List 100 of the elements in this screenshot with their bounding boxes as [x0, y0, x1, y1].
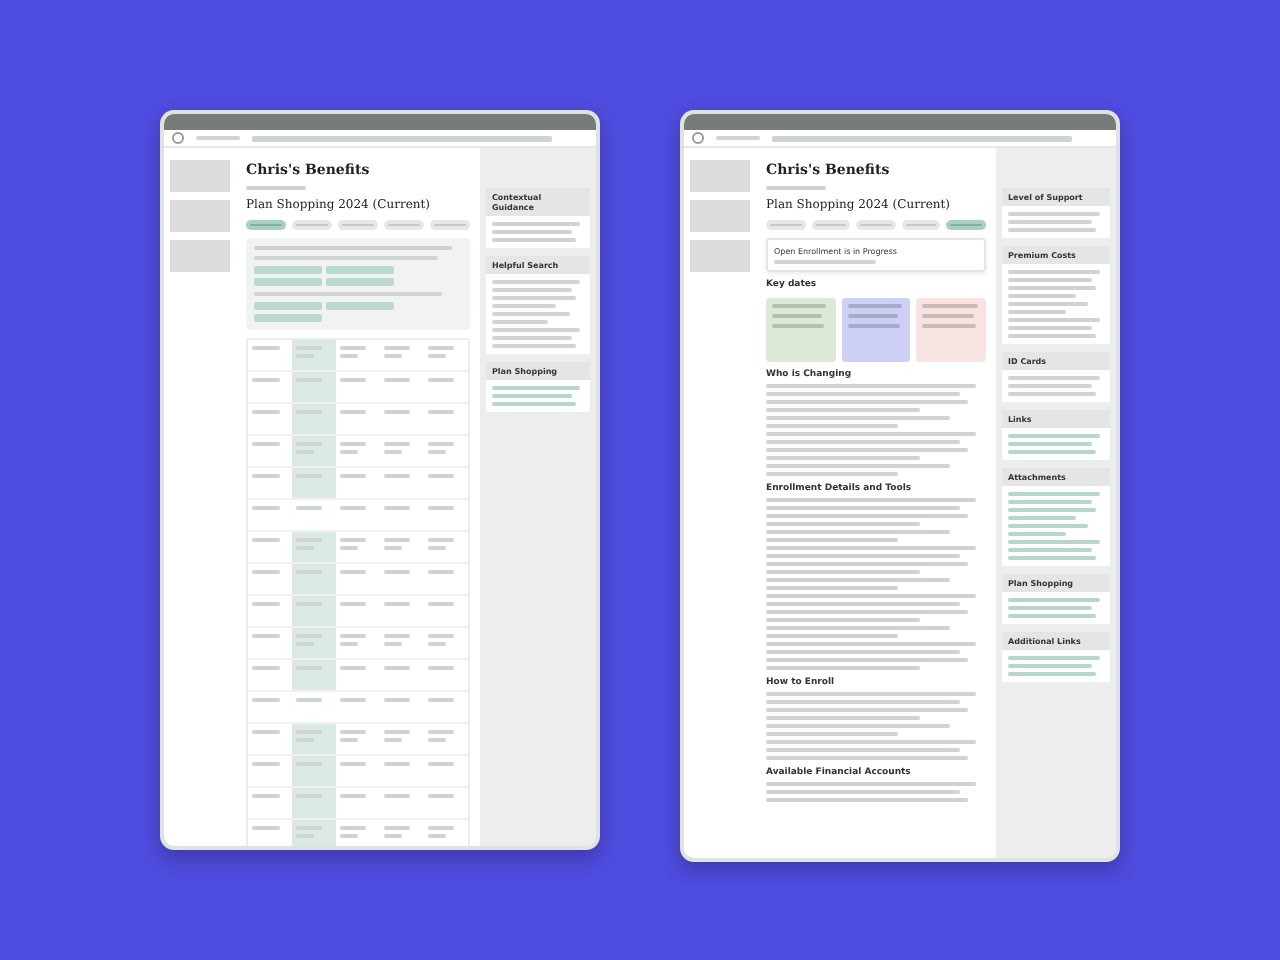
- blurred-text-line: [492, 230, 573, 234]
- filter-tag[interactable]: [254, 302, 322, 310]
- filter-chip[interactable]: [384, 220, 424, 230]
- filter-chip[interactable]: [766, 220, 806, 230]
- blurred-text-line: [384, 826, 410, 830]
- blurred-text-line: [1008, 524, 1089, 528]
- blurred-text-line: [492, 312, 570, 316]
- blurred-text-line: [340, 450, 358, 454]
- blurred-text-line: [252, 538, 281, 542]
- filter-tag[interactable]: [254, 278, 322, 286]
- blurred-text-line: [1008, 532, 1066, 536]
- blurred-text-line: [428, 826, 454, 830]
- blurred-text-line: [1008, 228, 1097, 232]
- nav-thumbnail[interactable]: [690, 160, 750, 192]
- blurred-text-line: [716, 136, 760, 140]
- blurred-text-line: [252, 826, 281, 830]
- blurred-text-line: [492, 402, 577, 406]
- blurred-text-line: [428, 642, 446, 646]
- blurred-text-line: [428, 834, 446, 838]
- blurred-text-line: [1008, 286, 1097, 290]
- blurred-text-line: [340, 634, 366, 638]
- blurred-text-line: [340, 378, 366, 382]
- blurred-text-line: [492, 394, 573, 398]
- filter-tag[interactable]: [326, 302, 394, 310]
- blurred-text-line: [340, 698, 366, 702]
- blurred-text-line: [847, 314, 898, 318]
- blurred-text-line: [340, 762, 366, 766]
- blurred-text-line: [428, 354, 446, 358]
- filter-chip[interactable]: [946, 220, 986, 230]
- filter-tag[interactable]: [326, 266, 394, 274]
- blurred-text-line: [384, 346, 410, 350]
- blurred-text-line: [1008, 212, 1100, 216]
- filter-chip[interactable]: [246, 220, 286, 230]
- blurred-text-line: [1008, 614, 1097, 618]
- filter-tag[interactable]: [254, 266, 322, 274]
- home-icon[interactable]: [692, 132, 704, 144]
- blurred-text-line: [492, 288, 573, 292]
- blurred-text-line: [1008, 334, 1097, 338]
- blurred-text-line: [340, 410, 366, 414]
- nav-thumbnail[interactable]: [170, 200, 230, 232]
- blurred-text-line: [246, 186, 306, 190]
- blurred-text-line: [428, 634, 454, 638]
- blurred-text-line: [428, 738, 446, 742]
- blurred-text-line: [428, 474, 454, 478]
- blurred-text-line: [766, 732, 898, 736]
- blurred-text-line: [428, 410, 454, 414]
- filter-tag[interactable]: [326, 278, 394, 286]
- nav-thumbnail[interactable]: [690, 240, 750, 272]
- filter-chip[interactable]: [292, 220, 332, 230]
- blurred-text-line: [1008, 294, 1076, 298]
- blurred-text-line: [1008, 278, 1093, 282]
- filter-chip[interactable]: [901, 220, 941, 230]
- blurred-text-line: [384, 794, 410, 798]
- blurred-text-line: [492, 344, 577, 348]
- blurred-text-line: [428, 378, 454, 382]
- blurred-text-line: [1008, 492, 1100, 496]
- blurred-text-line: [428, 698, 454, 702]
- blurred-text-line: [1008, 434, 1100, 438]
- address-bar[interactable]: [772, 135, 1072, 141]
- blurred-text-line: [384, 738, 402, 742]
- filter-chip[interactable]: [811, 220, 851, 230]
- blurred-text-line: [492, 296, 577, 300]
- blurred-text-line: [772, 324, 825, 328]
- blurred-text-line: [847, 304, 902, 308]
- blurred-text-line: [766, 472, 898, 476]
- address-bar[interactable]: [252, 135, 552, 141]
- blurred-text-line: [772, 314, 823, 318]
- nav-thumbnail[interactable]: [170, 160, 230, 192]
- blurred-text-line: [428, 762, 454, 766]
- filter-chip[interactable]: [430, 220, 470, 230]
- blurred-text-line: [384, 410, 410, 414]
- filter-chip[interactable]: [856, 220, 896, 230]
- blurred-text-line: [428, 538, 454, 542]
- blurred-text-line: [296, 698, 322, 702]
- blurred-text-line: [922, 314, 974, 318]
- blurred-text-line: [1008, 442, 1093, 446]
- blurred-text-line: [340, 538, 366, 542]
- blurred-text-line: [1008, 500, 1093, 504]
- blurred-text-line: [766, 186, 826, 190]
- nav-thumbnail[interactable]: [170, 240, 230, 272]
- blurred-text-line: [766, 538, 898, 542]
- blurred-text-line: [428, 346, 454, 350]
- blurred-text-line: [1008, 516, 1076, 520]
- blurred-text-line: [384, 762, 410, 766]
- blurred-text-line: [340, 474, 366, 478]
- filter-tag[interactable]: [254, 314, 322, 322]
- blurred-text-line: [252, 442, 281, 446]
- blurred-text-line: [766, 424, 898, 428]
- filter-chip[interactable]: [338, 220, 378, 230]
- blurred-text-line: [1008, 302, 1089, 306]
- nav-thumbnail[interactable]: [690, 200, 750, 232]
- blurred-text-line: [384, 474, 410, 478]
- blurred-text-line: [1008, 548, 1093, 552]
- blurred-text-line: [384, 602, 410, 606]
- blurred-text-line: [428, 442, 454, 446]
- blurred-text-line: [1008, 508, 1097, 512]
- blurred-text-line: [252, 506, 281, 510]
- blurred-text-line: [384, 354, 402, 358]
- home-icon[interactable]: [172, 132, 184, 144]
- blurred-text-line: [1008, 310, 1066, 314]
